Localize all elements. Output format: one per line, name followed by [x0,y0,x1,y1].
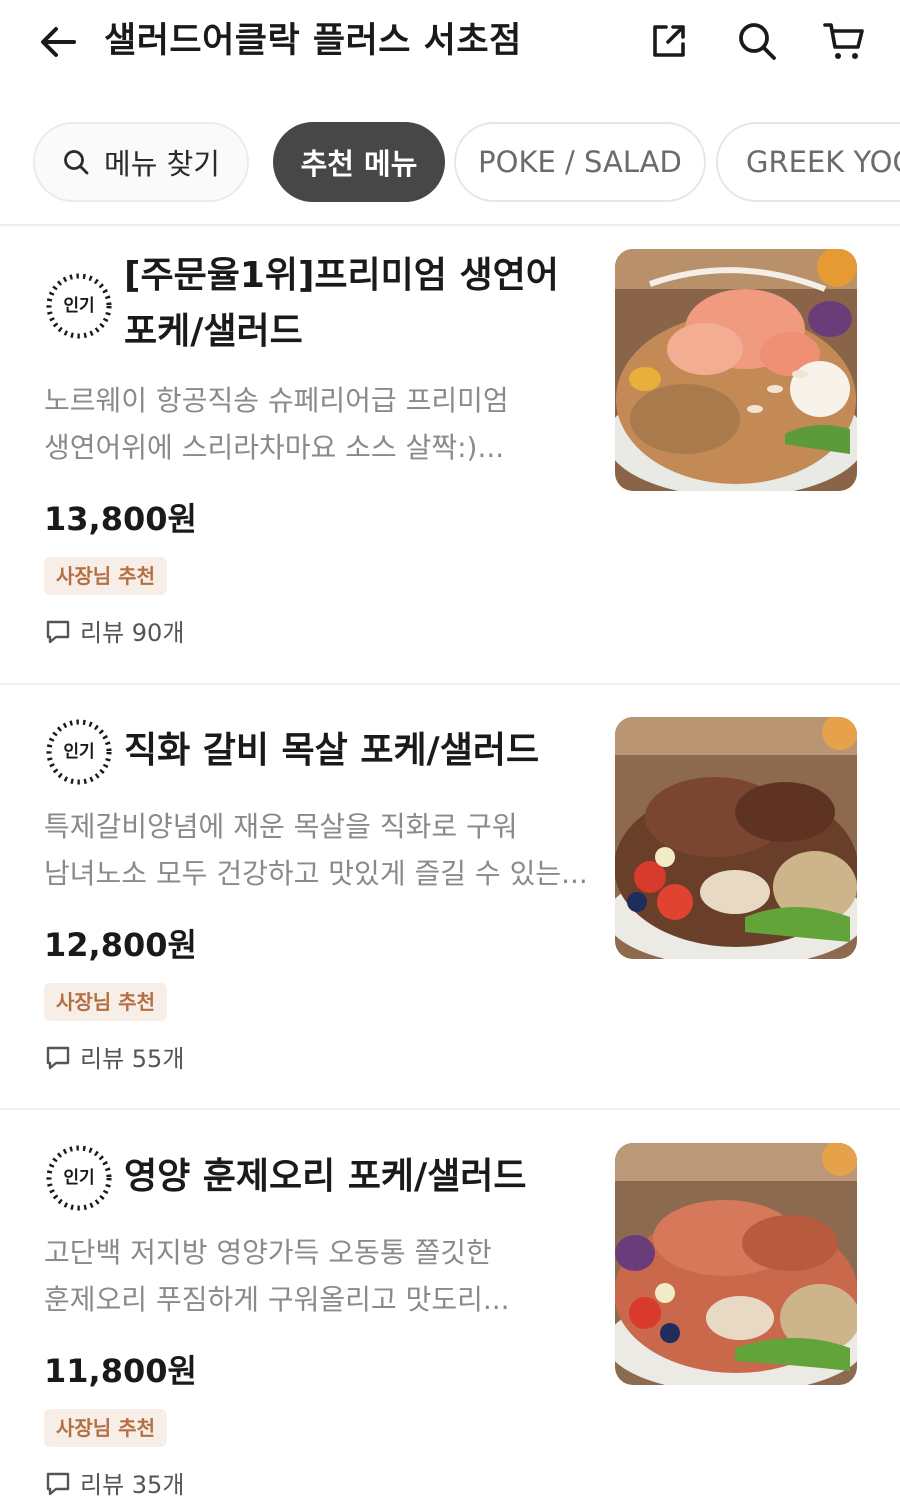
owner-recommend-badge: 사장님 추천 [44,1409,167,1447]
back-button[interactable] [34,18,82,66]
popular-badge-label: 인기 [63,1168,95,1188]
item-price: 13,800원 [44,500,197,538]
review-count-label: 리뷰 35개 [80,1471,185,1499]
tab-poke-salad[interactable]: POKE / SALAD [454,122,706,202]
share-icon [653,25,685,57]
popular-badge: 인기 [44,1143,114,1213]
review-count-label: 리뷰 90개 [80,619,185,647]
search-icon [739,23,776,60]
salmon-poke-image [615,249,857,491]
item-price: 11,800원 [44,1352,197,1390]
review-count: 리뷰 90개 [44,613,184,648]
speech-bubble-icon [44,1043,72,1071]
item-description: 특제갈비양념에 재운 목살을 직화로 구워 남녀노소 모두 건강하고 맛있게 즐… [44,810,588,890]
menu-search-chip[interactable]: 메뉴 찾기 [33,122,249,202]
tab-poke-salad-label: POKE / SALAD [478,145,682,179]
top-app-bar: 샐러드어클락 플러스 서초점 [0,0,900,100]
item-name: 직화 갈비 목살 포케/샐러드 [124,730,540,771]
owner-recommend-badge: 사장님 추천 [44,557,167,595]
divider [0,224,900,226]
popular-badge-label: 인기 [63,296,95,316]
speech-bubble-icon [44,617,72,645]
divider [0,1108,900,1110]
tab-greek-yogurt[interactable]: GREEK YOG [716,122,900,202]
cart-icon [823,23,864,59]
tab-recommended[interactable]: 추천 메뉴 [273,122,445,202]
popular-badge-label: 인기 [63,742,95,762]
popular-badge: 인기 [44,271,114,341]
arrow-left-icon [41,27,76,57]
tab-greek-yogurt-label: GREEK YOG [746,145,900,179]
item-name: [주문율1위]프리미엄 생연어 포케/샐러드 [124,255,559,352]
galbi-poke-image [615,717,857,959]
share-button[interactable] [645,17,693,65]
review-count: 리뷰 55개 [44,1039,184,1074]
smoked-duck-poke-image [615,1143,857,1385]
item-description: 고단백 저지방 영양가득 오동통 쫄깃한 훈제오리 푸짐하게 구워올리고 맛도리… [44,1236,510,1316]
owner-recommend-badge: 사장님 추천 [44,983,167,1021]
divider [0,683,900,685]
search-icon [62,148,90,176]
item-price: 12,800원 [44,926,197,964]
item-name: 영양 훈제오리 포케/샐러드 [124,1156,527,1197]
category-chip-bar: 메뉴 찾기 추천 메뉴 POKE / SALAD GREEK YOG [0,122,900,206]
item-description: 노르웨이 항공직송 슈페리어급 프리미엄 생연어위에 스리라차마요 소스 살짝:… [44,384,509,464]
cart-button[interactable] [820,17,868,65]
review-count: 리뷰 35개 [44,1465,184,1500]
review-count-label: 리뷰 55개 [80,1045,185,1073]
tab-recommended-label: 추천 메뉴 [300,147,418,181]
popular-badge: 인기 [44,717,114,787]
speech-bubble-icon [44,1469,72,1497]
store-title: 샐러드어클락 플러스 서초점 [104,21,522,61]
menu-search-label: 메뉴 찾기 [104,147,220,181]
search-button[interactable] [733,17,781,65]
